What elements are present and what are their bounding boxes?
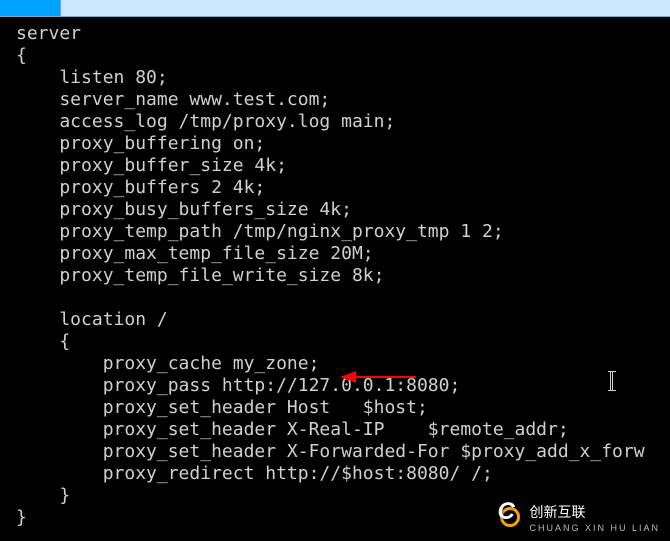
active-tab[interactable] xyxy=(0,0,61,16)
terminal-viewport[interactable]: server { listen 80; server_name www.test… xyxy=(0,17,670,541)
text-cursor xyxy=(610,371,613,391)
inactive-tab[interactable] xyxy=(61,0,81,16)
watermark-logo-icon: C xyxy=(497,504,523,530)
window-titlebar xyxy=(0,0,670,17)
watermark-brand: 创新互联 xyxy=(529,501,660,523)
code-block: server { listen 80; server_name www.test… xyxy=(16,23,670,529)
watermark-sub: CHUANG XIN HU LIAN xyxy=(529,523,660,533)
watermark: C 创新互联 CHUANG XIN HU LIAN xyxy=(497,501,660,533)
